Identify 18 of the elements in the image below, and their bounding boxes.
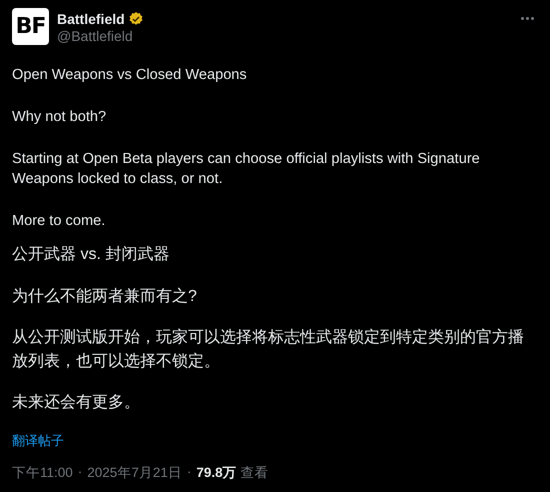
separator: · bbox=[76, 464, 84, 481]
translated-text: 从公开测试版开始，玩家可以选择将标志性武器锁定到特定类别的官方播放列表，也可以选择不锁定。 bbox=[12, 328, 525, 372]
author-name[interactable]: Battlefield bbox=[57, 11, 125, 27]
view-count: 79.8万 bbox=[196, 464, 237, 482]
post-time[interactable]: 下午11:00 bbox=[12, 464, 73, 482]
translated-text: 为什么不能两者兼而有之? bbox=[12, 286, 198, 307]
translated-text: 未来还会有更多。 bbox=[12, 392, 141, 413]
avatar: BF bbox=[12, 8, 49, 45]
translated-text: 公开武器 vs. 封闭武器 bbox=[12, 244, 170, 265]
post-text: Why not both? bbox=[12, 108, 108, 127]
post-text: More to come. bbox=[12, 212, 106, 231]
author-handle[interactable]: @Battlefield bbox=[57, 28, 509, 44]
post-text: Open Weapons vs Closed Weapons bbox=[12, 66, 248, 85]
separator: · bbox=[186, 464, 192, 481]
post-date[interactable]: 2025年7月21日 bbox=[87, 464, 182, 482]
post-text: Starting at Open Beta players can choose official playlists with Signature Weapons locked to class, or not. bbox=[12, 150, 481, 189]
translate-link[interactable]: 翻译帖子 bbox=[12, 432, 64, 450]
views-label: 查看 bbox=[240, 464, 269, 482]
